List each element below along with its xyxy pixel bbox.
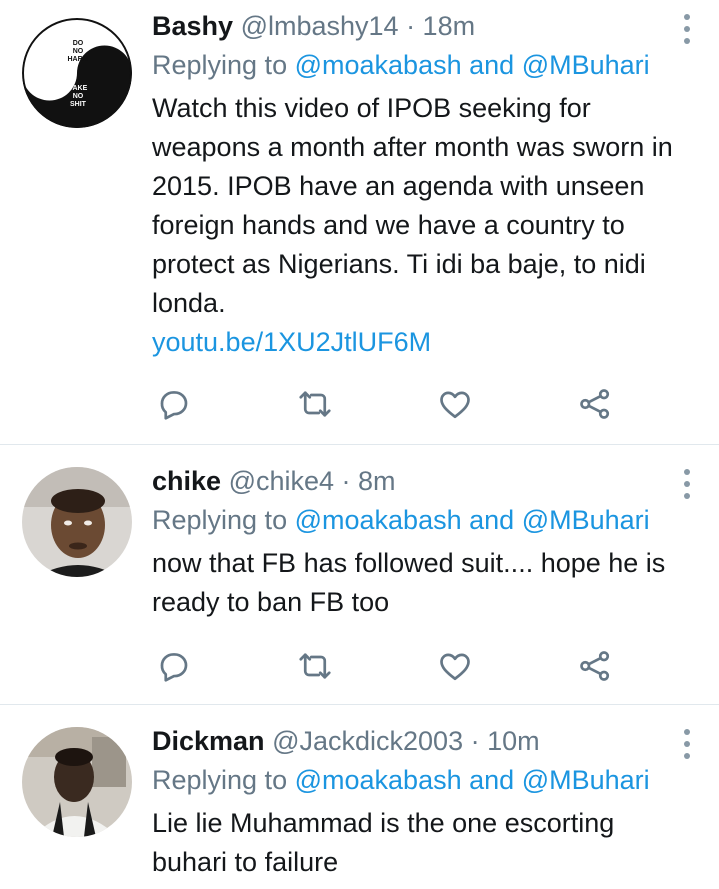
timestamp[interactable]: · 10m	[471, 726, 540, 756]
avatar-text-line: NO	[73, 48, 84, 55]
reply-icon[interactable]	[156, 648, 192, 684]
avatar-text-line: TAKE	[69, 85, 88, 92]
retweet-icon[interactable]	[297, 386, 333, 422]
tweet-feed: DO NO HARM TAKE NO SHIT Bashy @lmbashy14…	[0, 0, 719, 889]
reply-icon[interactable]	[156, 386, 192, 422]
tweet-header: Dickman @Jackdick2003 · 10m	[152, 726, 689, 756]
more-options-icon[interactable]	[683, 14, 691, 48]
display-name[interactable]: Dickman	[152, 726, 265, 756]
display-name[interactable]: Bashy	[152, 11, 233, 41]
replying-to-label: Replying to	[152, 50, 288, 80]
tweet[interactable]: chike @chike4 · 8m Replying to @moakabas…	[0, 445, 719, 703]
display-name[interactable]: chike	[152, 466, 221, 496]
like-icon[interactable]	[437, 648, 473, 684]
mention-joiner[interactable]: and	[469, 505, 514, 535]
avatar-text-line: DO	[73, 40, 84, 47]
avatar-text-line: HARM	[68, 56, 89, 63]
mention-link[interactable]: @MBuhari	[522, 765, 650, 795]
username[interactable]: @chike4	[229, 466, 334, 496]
replying-to-label: Replying to	[152, 765, 288, 795]
tweet-text-body: Watch this video of IPOB seeking for wea…	[152, 93, 673, 318]
avatar[interactable]: DO NO HARM TAKE NO SHIT	[22, 18, 132, 128]
tweet-text: now that FB has followed suit.... hope h…	[152, 548, 666, 617]
replying-to-label: Replying to	[152, 505, 288, 535]
profile-photo	[22, 467, 132, 577]
replying-to: Replying to @moakabash and @MBuhari	[152, 50, 689, 80]
mention-joiner[interactable]: and	[469, 765, 514, 795]
replying-to: Replying to @moakabash and @MBuhari	[152, 765, 689, 795]
tweet-link[interactable]: youtu.be/1XU2JtlUF6M	[152, 323, 689, 362]
profile-photo	[22, 727, 132, 837]
mention-joiner[interactable]: and	[469, 50, 514, 80]
tweet-text: Watch this video of IPOB seeking for wea…	[152, 89, 689, 362]
tweet-header: Bashy @lmbashy14 · 18m	[152, 11, 689, 41]
retweet-icon[interactable]	[297, 648, 333, 684]
timestamp[interactable]: · 8m	[342, 466, 396, 496]
share-icon[interactable]	[577, 386, 613, 422]
avatar[interactable]	[22, 467, 132, 577]
tweet-text: Lie lie Muhammad is the one escorting bu…	[152, 808, 615, 877]
tweet-actions	[152, 386, 622, 422]
tweet-actions	[152, 648, 622, 684]
yin-yang-avatar-image: DO NO HARM TAKE NO SHIT	[22, 18, 132, 128]
like-icon[interactable]	[437, 386, 473, 422]
mention-link[interactable]: @moakabash	[295, 505, 462, 535]
tweet-header: chike @chike4 · 8m	[152, 466, 689, 496]
mention-link[interactable]: @MBuhari	[522, 505, 650, 535]
username[interactable]: @lmbashy14	[241, 11, 399, 41]
timestamp[interactable]: · 18m	[406, 11, 475, 41]
mention-link[interactable]: @moakabash	[295, 765, 462, 795]
mention-link[interactable]: @MBuhari	[522, 50, 650, 80]
username[interactable]: @Jackdick2003	[272, 726, 463, 756]
share-icon[interactable]	[577, 648, 613, 684]
mention-link[interactable]: @moakabash	[295, 50, 462, 80]
avatar[interactable]	[22, 727, 132, 837]
avatar-text-line: SHIT	[70, 101, 87, 108]
avatar-text-line: NO	[73, 93, 84, 100]
more-options-icon[interactable]	[683, 469, 691, 503]
tweet[interactable]: DO NO HARM TAKE NO SHIT Bashy @lmbashy14…	[0, 0, 719, 444]
replying-to: Replying to @moakabash and @MBuhari	[152, 505, 689, 535]
more-options-icon[interactable]	[683, 729, 691, 763]
tweet[interactable]: Dickman @Jackdick2003 · 10m Replying to …	[0, 705, 719, 889]
